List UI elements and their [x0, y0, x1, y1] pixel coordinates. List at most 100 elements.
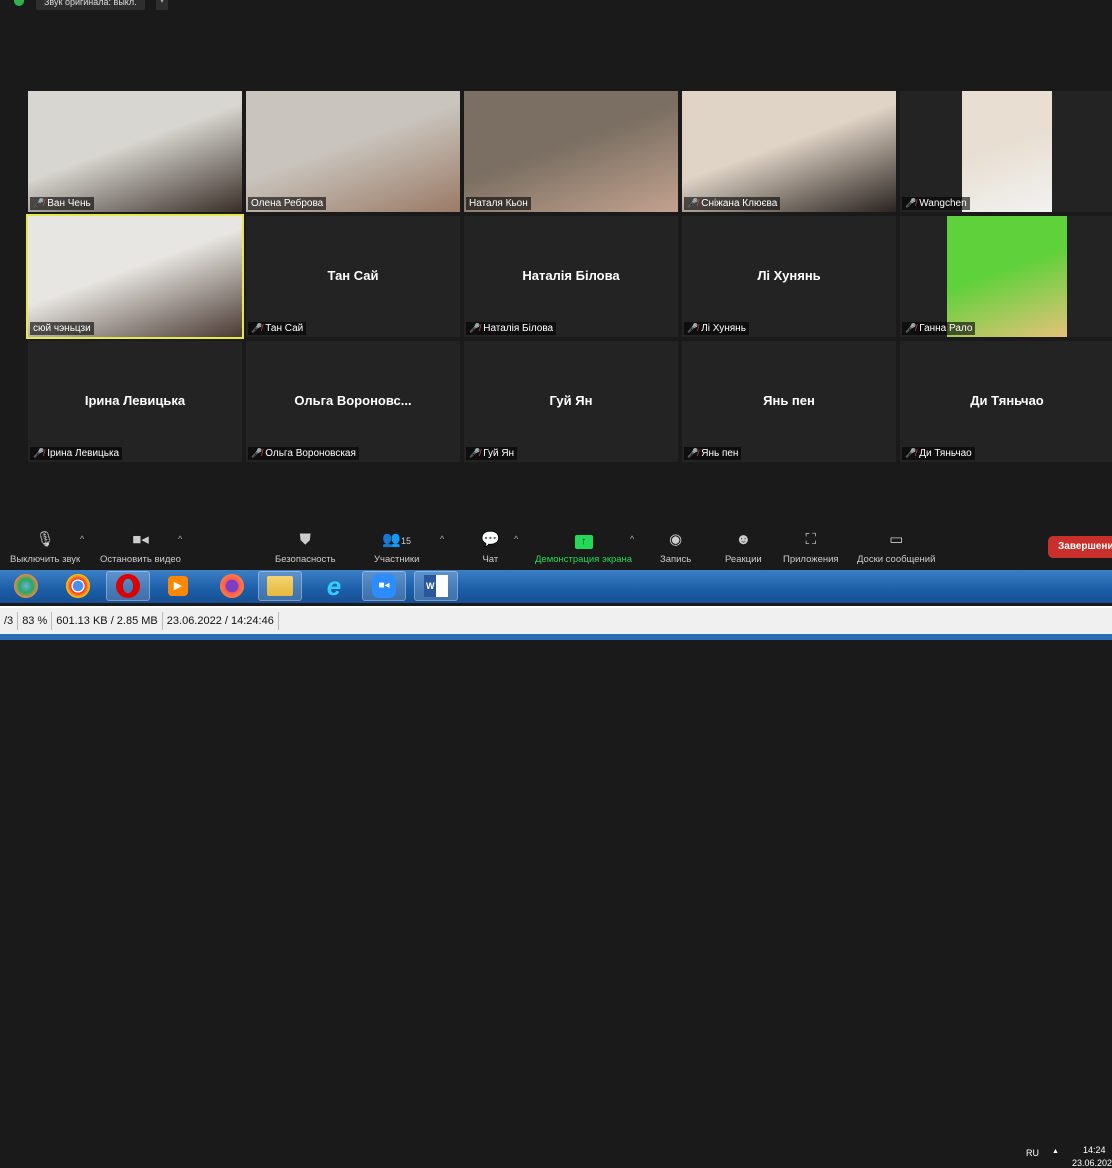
clock-date[interactable]: 23.06.2022 — [1072, 1158, 1112, 1168]
firefox-icon — [220, 574, 244, 598]
page-indicator: /3 — [0, 612, 19, 630]
participant-name-large: Гуй Ян — [549, 393, 593, 408]
participants-button[interactable]: 👥15 Участники — [374, 530, 419, 565]
language-indicator[interactable]: RU — [1026, 1148, 1039, 1158]
participant-tile[interactable]: Наталя Кьон — [464, 91, 678, 212]
security-shield-icon — [14, 0, 24, 6]
taskbar-chrome[interactable] — [56, 571, 100, 601]
participants-caret[interactable]: ^ — [440, 534, 444, 544]
participant-video — [28, 91, 242, 212]
smiley-plus-icon: ☻ — [735, 531, 752, 548]
reactions-button[interactable]: ☻ Реакции — [725, 530, 762, 565]
participant-name: Ірина Левицька — [47, 448, 120, 459]
windows-logo-icon — [14, 574, 38, 598]
participant-tile[interactable]: Янь пен 🎤̸ Янь пен — [682, 341, 896, 462]
security-button[interactable]: ⛊ Безопасность — [275, 530, 336, 565]
mute-button[interactable]: 🎙 Выключить звук — [10, 530, 80, 565]
participant-video — [28, 216, 242, 337]
participant-video — [464, 91, 678, 212]
stop-video-button[interactable]: ■◂ Остановить видео — [100, 530, 181, 565]
participant-tile[interactable]: Наталія Білова 🎤̸ Наталія Білова — [464, 216, 678, 337]
record-button[interactable]: ◉ Запись — [660, 530, 691, 565]
meeting-toolbar: 🎙 Выключить звук ^ ■◂ Остановить видео ^ ⛊… — [0, 526, 1112, 570]
chat-caret[interactable]: ^ — [514, 534, 518, 544]
start-button[interactable] — [4, 571, 48, 601]
participant-tile[interactable]: Лі Хунянь 🎤̸ Лі Хунянь — [682, 216, 896, 337]
participant-tile[interactable]: Ольга Вороновс... 🎤̸ Ольга Вороновская — [246, 341, 460, 462]
taskbar-internet-explorer[interactable]: e — [312, 571, 356, 601]
participant-name: Сніжана Клюєва — [701, 198, 778, 209]
participant-label: 🎤̸ Лі Хунянь — [684, 322, 749, 335]
taskbar-opera[interactable] — [106, 571, 150, 601]
chat-icon: 💬 — [481, 531, 500, 548]
video-options-caret[interactable]: ^ — [178, 534, 182, 544]
internet-explorer-icon: e — [326, 570, 342, 601]
tray-expand-icon[interactable]: ▲ — [1052, 1148, 1059, 1155]
participant-name: Ван Чень — [47, 198, 91, 209]
participant-name: Наталя Кьон — [469, 198, 528, 209]
participant-video — [682, 91, 896, 212]
chat-button[interactable]: 💬 Чат — [481, 530, 500, 565]
participant-label: 🎤̸ Сніжана Клюєва — [684, 197, 781, 210]
participant-tile[interactable]: Тан Сай 🎤̸ Тан Сай — [246, 216, 460, 337]
end-meeting-button[interactable]: Завершение — [1048, 536, 1112, 558]
participant-name-large: Ольга Вороновс... — [294, 393, 412, 408]
taskbar-word[interactable]: W — [414, 571, 458, 601]
share-caret[interactable]: ^ — [630, 534, 634, 544]
camera-icon: ■◂ — [132, 531, 149, 548]
chrome-icon — [66, 574, 90, 598]
taskbar-explorer[interactable] — [258, 571, 302, 601]
participant-label: сюй чэньцзи — [30, 322, 94, 335]
microphone-icon: 🎙 — [35, 531, 55, 548]
mic-muted-icon: 🎤̸ — [469, 448, 481, 458]
participant-tile[interactable]: 🎤̸ Сніжана Клюєва — [682, 91, 896, 212]
participant-label: 🎤̸ Наталія Білова — [466, 322, 557, 335]
mic-muted-icon: 🎤̸ — [687, 323, 699, 333]
zoom-meeting-window: Звук оригинала: выкл. ▾ 🎤̸ Ван Чень Олена … — [0, 0, 1112, 570]
folder-icon — [267, 576, 293, 596]
participant-tile[interactable]: 🎤̸ Ван Чень — [28, 91, 242, 212]
audio-options-caret[interactable]: ^ — [80, 534, 84, 544]
record-icon: ◉ — [669, 531, 683, 548]
participant-tile[interactable]: Гуй Ян 🎤̸ Гуй Ян — [464, 341, 678, 462]
apps-button[interactable]: ⛶ Приложения — [783, 530, 839, 565]
participant-label: 🎤̸ Ірина Левицька — [30, 447, 123, 460]
mic-muted-icon: 🎤̸ — [905, 198, 917, 208]
participant-label: 🎤̸ Гуй Ян — [466, 447, 518, 460]
participant-label: Олена Реброва — [248, 197, 327, 210]
participant-tile[interactable]: Ірина Левицька 🎤̸ Ірина Левицька — [28, 341, 242, 462]
participant-label: 🎤̸ Янь пен — [684, 447, 742, 460]
zoom-icon: ■◂ — [372, 574, 396, 598]
share-screen-button[interactable]: ↑ Демонстрация экрана — [535, 530, 632, 565]
taskbar-zoom[interactable]: ■◂ — [362, 571, 406, 601]
participant-name: Ди Тяньчао — [919, 448, 972, 459]
participant-label: 🎤̸ Ди Тяньчао — [902, 447, 975, 460]
original-sound-dropdown[interactable]: ▾ — [156, 0, 168, 10]
shield-icon: ⛊ — [299, 531, 311, 548]
participant-label: 🎤̸ Ганна Рало — [902, 322, 976, 335]
mic-muted-icon: 🎤̸ — [687, 198, 699, 208]
participant-tile[interactable]: Олена Реброва — [246, 91, 460, 212]
mic-muted-icon: 🎤̸ — [905, 323, 917, 333]
participant-name: Тан Сай — [265, 323, 304, 334]
participant-tile[interactable]: 🎤̸ Ганна Рало — [900, 216, 1112, 337]
participant-label: 🎤̸ Wangchen — [902, 197, 970, 210]
participant-name-large: Ди Тяньчао — [970, 393, 1044, 408]
original-sound-button[interactable]: Звук оригинала: выкл. — [36, 0, 145, 10]
taskbar-firefox[interactable] — [210, 571, 254, 601]
clock-time[interactable]: 14:24 — [1083, 1145, 1106, 1155]
whiteboards-button[interactable]: ▭ Доски сообщений — [857, 530, 935, 565]
participant-name: сюй чэньцзи — [33, 323, 91, 334]
participant-name: Олена Реброва — [251, 198, 324, 209]
taskbar-media-player[interactable]: ▶ — [156, 571, 200, 601]
participant-name: Лі Хунянь — [701, 323, 746, 334]
participant-video — [947, 216, 1067, 337]
mic-muted-icon: 🎤̸ — [33, 448, 45, 458]
participant-tile[interactable]: 🎤̸ Wangchen — [900, 91, 1112, 212]
apps-icon: ⛶ — [805, 531, 817, 548]
participant-label: 🎤̸ Ольга Вороновская — [248, 447, 359, 460]
word-icon: W — [424, 575, 448, 597]
participant-tile[interactable]: Ди Тяньчао 🎤̸ Ди Тяньчао — [900, 341, 1112, 462]
mic-muted-icon: 🎤̸ — [251, 448, 263, 458]
participant-tile[interactable]: сюй чэньцзи — [26, 214, 244, 339]
